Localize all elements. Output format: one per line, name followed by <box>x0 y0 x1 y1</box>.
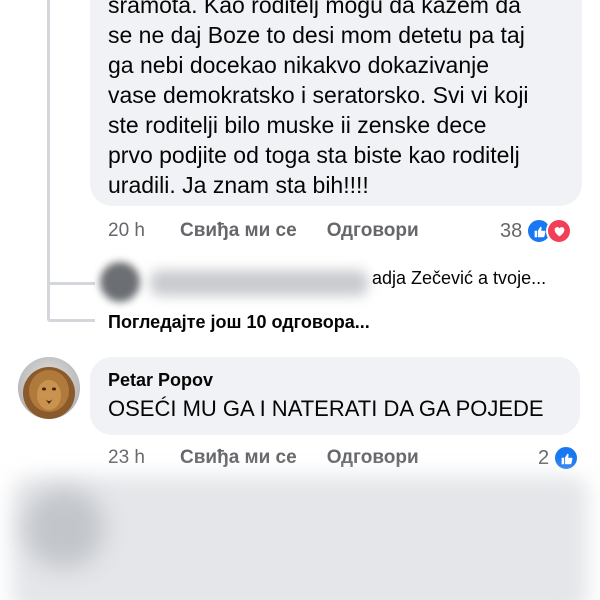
reply-button[interactable]: Одговори <box>327 220 419 242</box>
reaction-count: 38 <box>500 219 523 242</box>
reply-author-blurred <box>150 270 368 296</box>
comment-actions: 20 h Свиђа ми се Одговори <box>108 215 449 247</box>
comment-bubble: Petar Popov OSEĆI MU GA I NATERATI DA GA… <box>90 357 580 435</box>
lion-avatar-icon <box>18 357 80 419</box>
comment-actions: 23 h Свиђа ми се Одговори <box>108 442 449 474</box>
love-reaction-icon <box>546 218 573 244</box>
comment-author[interactable]: Petar Popov <box>108 370 562 391</box>
like-reaction-icon <box>553 445 580 471</box>
comment-bubble: sramota. Kao roditelj mogu da kazem da s… <box>90 0 582 206</box>
reply-button[interactable]: Одговори <box>327 447 419 469</box>
comment-text-line: ste roditelji bilo muske ii zenske dece <box>108 112 487 138</box>
like-button[interactable]: Свиђа ми се <box>180 220 297 242</box>
reply-avatar-blurred[interactable] <box>100 262 140 302</box>
reaction-summary[interactable]: 38 <box>500 215 573 247</box>
comments-page: sramota. Kao roditelj mogu da kazem da s… <box>0 0 600 600</box>
comment-text-line: uradili. Ja znam sta bih!!!! <box>108 172 369 198</box>
comment-timestamp[interactable]: 20 h <box>108 220 180 242</box>
thread-line-branch-1 <box>47 282 95 285</box>
avatar[interactable] <box>18 357 80 419</box>
like-button[interactable]: Свиђа ми се <box>180 447 297 469</box>
blurred-avatar <box>24 488 104 568</box>
comment-text-line: ga nebi docekao nikakvo dokazivanje <box>108 52 490 78</box>
view-more-replies-link[interactable]: Погледајте још 10 одговора... <box>108 312 370 333</box>
comment-text: OSEĆI MU GA I NATERATI DA GA POJEDE <box>108 396 544 421</box>
comment-text-line: prvo podjite od toga sta biste kao rodit… <box>108 142 520 168</box>
comment-text-line: se ne daj Boze to desi mom detetu pa taj <box>108 22 525 48</box>
reply-preview-text[interactable]: adja Zečević a tvoje... <box>372 268 546 289</box>
thread-line-vertical <box>47 0 50 320</box>
comment-timestamp[interactable]: 23 h <box>108 447 180 469</box>
reaction-summary[interactable]: 2 <box>538 442 580 474</box>
thread-line-branch-2 <box>47 319 95 322</box>
comment-text-line: sramota. Kao roditelj mogu da kazem da <box>108 0 521 18</box>
comment-text-line: vase demokratsko i seratorsko. Svi vi ko… <box>108 82 529 108</box>
reaction-count: 2 <box>538 446 550 469</box>
